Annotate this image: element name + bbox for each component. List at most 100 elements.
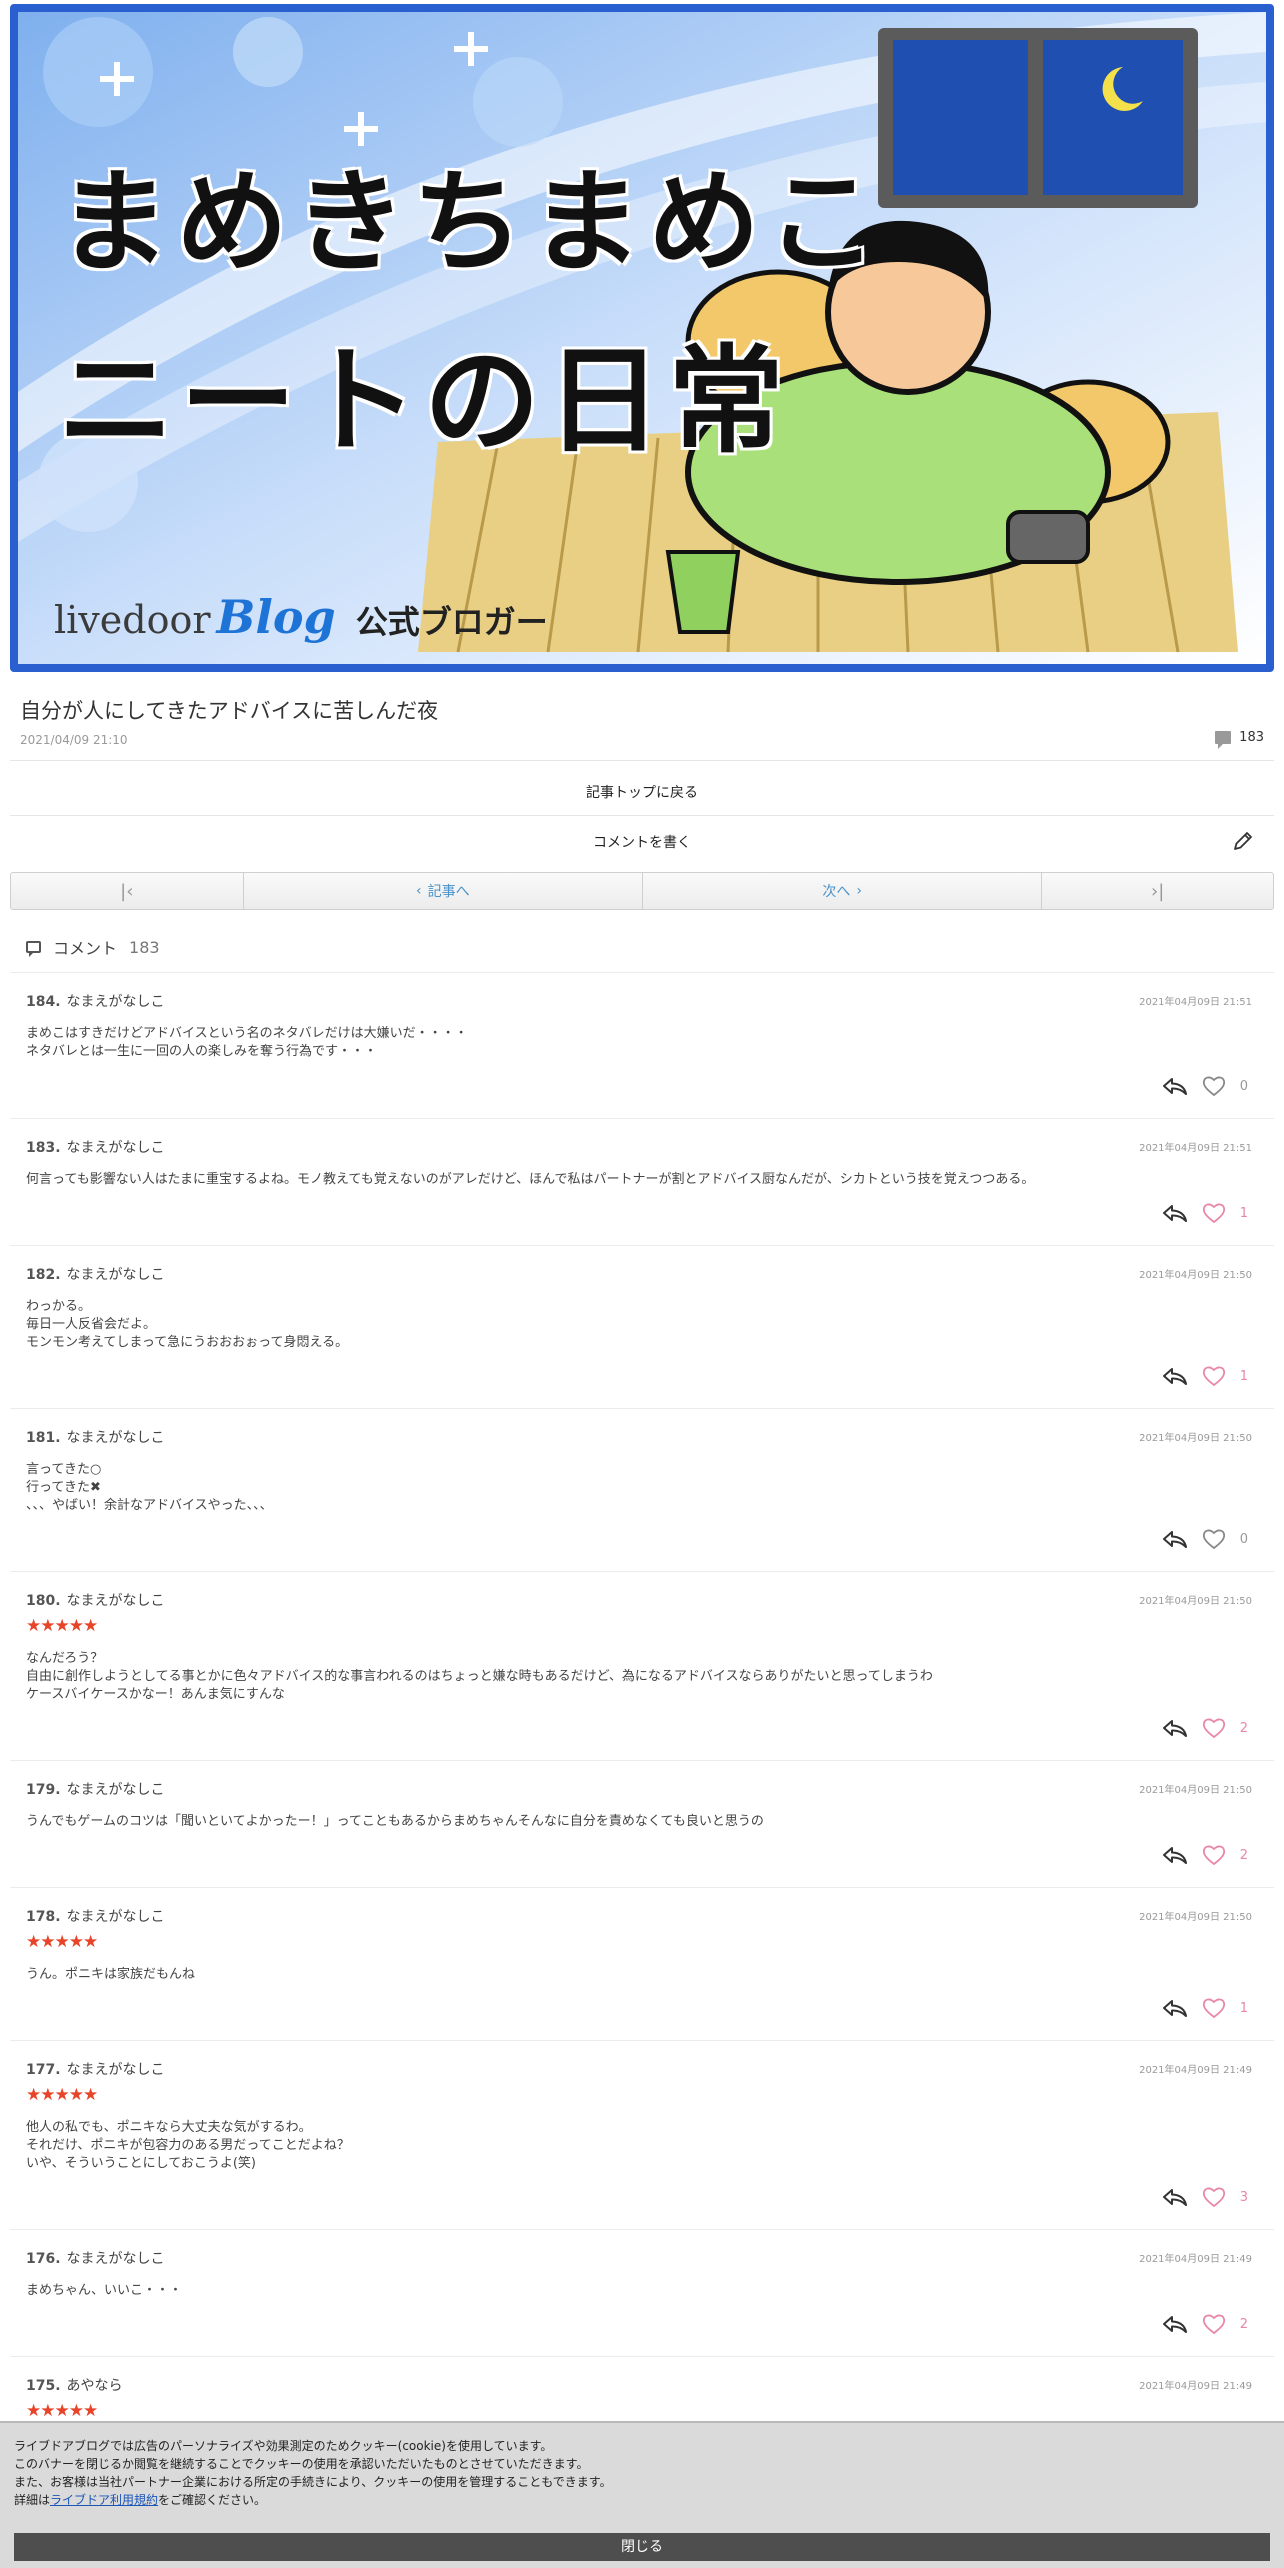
comment-actions: 2: [1162, 1717, 1248, 1739]
comment-body: わっかる。 毎日一人反省会だよ。 モンモン考えてしまって急にうおおおぉって身悶え…: [26, 1299, 349, 1350]
cookie-line-4-suffix: をご確認ください。: [158, 2493, 267, 2507]
like-count: 2: [1239, 2316, 1248, 2332]
comment-date: 2021年04月09日 21:49: [1139, 2065, 1252, 2076]
like-count: 3: [1239, 2189, 1248, 2205]
comment-date: 2021年04月09日 21:50: [1139, 1270, 1252, 1281]
like-count: 1: [1239, 2000, 1248, 2016]
blog-header-banner[interactable]: まめきちまめこ ニートの日常 livedoor Blog 公式ブロガー: [10, 4, 1274, 672]
like-count: 2: [1239, 1720, 1248, 1736]
reply-icon[interactable]: [1162, 1203, 1188, 1223]
comment-author-name: なまえがなしこ: [66, 1909, 165, 1925]
article-comment-count-value: 183: [1239, 730, 1264, 745]
comment-date: 2021年04月09日 21:49: [1139, 2381, 1252, 2392]
reply-icon[interactable]: [1162, 2314, 1188, 2334]
comment-body: なんだろう？ 自由に創作しようとしてる事とかに色々アドバイス的な事言われるのはち…: [26, 1651, 933, 1702]
rating-stars: ★★★★★: [26, 2085, 98, 2105]
comment-author-name: なまえがなしこ: [66, 1593, 165, 1609]
reply-icon[interactable]: [1162, 1076, 1188, 1096]
last-page-icon: ›|: [1151, 880, 1165, 902]
comment-author: 175. あやなら: [26, 2375, 123, 2395]
cookie-close-button[interactable]: 閉じる: [14, 2533, 1270, 2561]
livedoor-blog-badge: livedoor Blog 公式ブロガー: [54, 590, 548, 644]
first-page-icon: |‹: [120, 880, 134, 902]
comment-author-name: なまえがなしこ: [66, 2251, 165, 2267]
article-date: 2021/04/09 21:10: [20, 733, 128, 747]
heart-icon[interactable]: [1202, 2313, 1226, 2335]
comment-number: 176.: [26, 2251, 61, 2267]
comment-author: 176. なまえがなしこ: [26, 2248, 165, 2268]
heart-icon[interactable]: [1202, 1365, 1226, 1387]
reply-icon[interactable]: [1162, 1366, 1188, 1386]
rating-stars: ★★★★★: [26, 1932, 98, 1952]
comment-actions: 0: [1162, 1075, 1248, 1097]
heart-icon[interactable]: [1202, 1075, 1226, 1097]
prev-article-button[interactable]: ‹ 記事へ: [244, 873, 643, 909]
brand-official-blogger: 公式ブロガー: [355, 603, 548, 641]
comment-number: 181.: [26, 1430, 61, 1446]
chevron-right-icon: ›: [856, 883, 862, 899]
first-article-button[interactable]: |‹: [11, 873, 244, 909]
chevron-left-icon: ‹: [416, 883, 422, 899]
comment-icon: [26, 941, 41, 957]
comment-date: 2021年04月09日 21:51: [1139, 997, 1252, 1008]
comment-item: 184. なまえがなしこ 2021年04月09日 21:51 まめこはすきだけどアドバ…: [10, 972, 1274, 1118]
comment-number: 177.: [26, 2062, 61, 2078]
reply-icon[interactable]: [1162, 1845, 1188, 1865]
comment-item: 177. なまえがなしこ 2021年04月09日 21:49 ★★★★★ 他人の私でも、…: [10, 2040, 1274, 2229]
like-count: 2: [1239, 1847, 1248, 1863]
cookie-line-4: 詳細はライブドア利用規約をご確認ください。: [14, 2491, 612, 2509]
comment-author: 181. なまえがなしこ: [26, 1427, 165, 1447]
next-article-button[interactable]: 次へ ›: [643, 873, 1043, 909]
article-title: 自分が人にしてきたアドバイスに苦しんだ夜: [20, 699, 439, 723]
rating-stars: ★★★★★: [26, 1616, 98, 1636]
back-to-article-top-link[interactable]: 記事トップに戻る: [0, 782, 1284, 802]
comment-body: 言ってきた○ 行ってきた✖ 、、、やばい！余計なアドバイスやった、、、: [26, 1462, 273, 1513]
comments-count: 183: [129, 937, 160, 957]
comment-date: 2021年04月09日 21:50: [1139, 1912, 1252, 1923]
divider: [10, 815, 1274, 816]
comments-header: コメント 183: [26, 935, 160, 959]
comment-actions: 2: [1162, 2313, 1248, 2335]
reply-icon[interactable]: [1162, 1998, 1188, 2018]
comment-author: 179. なまえがなしこ: [26, 1779, 165, 1799]
comment-actions: 1: [1162, 1997, 1248, 2019]
brand-blog: Blog: [216, 590, 336, 644]
comment-author-name: なまえがなしこ: [66, 1140, 165, 1156]
write-comment-link[interactable]: コメントを書く: [0, 832, 1284, 852]
terms-of-use-link[interactable]: ライブドア利用規約: [50, 2493, 158, 2507]
heart-icon[interactable]: [1202, 1202, 1226, 1224]
blog-title-line2: ニートの日常: [58, 334, 790, 469]
reply-icon[interactable]: [1162, 2187, 1188, 2207]
heart-icon[interactable]: [1202, 1528, 1226, 1550]
heart-icon[interactable]: [1202, 1844, 1226, 1866]
pencil-icon[interactable]: [1232, 830, 1254, 852]
heart-icon[interactable]: [1202, 2186, 1226, 2208]
comment-author: 180. なまえがなしこ: [26, 1590, 165, 1610]
comment-author-name: なまえがなしこ: [66, 994, 165, 1010]
comment-date: 2021年04月09日 21:50: [1139, 1433, 1252, 1444]
article-comment-count[interactable]: 183: [1215, 730, 1264, 749]
rating-stars: ★★★★★: [26, 2401, 98, 2421]
comment-actions: 1: [1162, 1202, 1248, 1224]
heart-icon[interactable]: [1202, 1997, 1226, 2019]
comment-date: 2021年04月09日 21:50: [1139, 1785, 1252, 1796]
comment-item: 176. なまえがなしこ 2021年04月09日 21:49 まめちゃん、いいこ・・・…: [10, 2229, 1274, 2356]
brand-livedoor: livedoor: [54, 598, 211, 642]
cookie-line-4-prefix: 詳細は: [14, 2493, 51, 2507]
cookie-line-1: ライブドアブログでは広告のパーソナライズや効果測定のためクッキー(cookie)…: [14, 2439, 553, 2453]
comment-body: 他人の私でも、ポニキなら大丈夫な気がするわ。 それだけ、ポニキが包容力のある男だ…: [26, 2120, 350, 2171]
comment-author: 178. なまえがなしこ: [26, 1906, 165, 1926]
article-pager: |‹ ‹ 記事へ 次へ › ›|: [10, 872, 1274, 910]
reply-icon[interactable]: [1162, 1718, 1188, 1738]
heart-icon[interactable]: [1202, 1717, 1226, 1739]
comment-item: 182. なまえがなしこ 2021年04月09日 21:50 わっかる。 毎日一人反省…: [10, 1245, 1274, 1408]
reply-icon[interactable]: [1162, 1529, 1188, 1549]
comment-body: うんでもゲームのコツは「聞いといてよかったー！」ってこともあるからまめちゃんそん…: [26, 1814, 764, 1829]
comment-body: 何言っても影響ない人はたまに重宝するよね。モノ教えても覚えないのがアレだけど、ほ…: [26, 1172, 1035, 1187]
comment-item: 181. なまえがなしこ 2021年04月09日 21:50 言ってきた○ 行ってきた…: [10, 1408, 1274, 1571]
last-article-button[interactable]: ›|: [1042, 873, 1273, 909]
comment-bubble-icon: [1215, 731, 1232, 749]
comment-date: 2021年04月09日 21:49: [1139, 2254, 1252, 2265]
comment-body: まめちゃん、いいこ・・・: [26, 2283, 183, 2298]
comment-number: 182.: [26, 1267, 61, 1283]
